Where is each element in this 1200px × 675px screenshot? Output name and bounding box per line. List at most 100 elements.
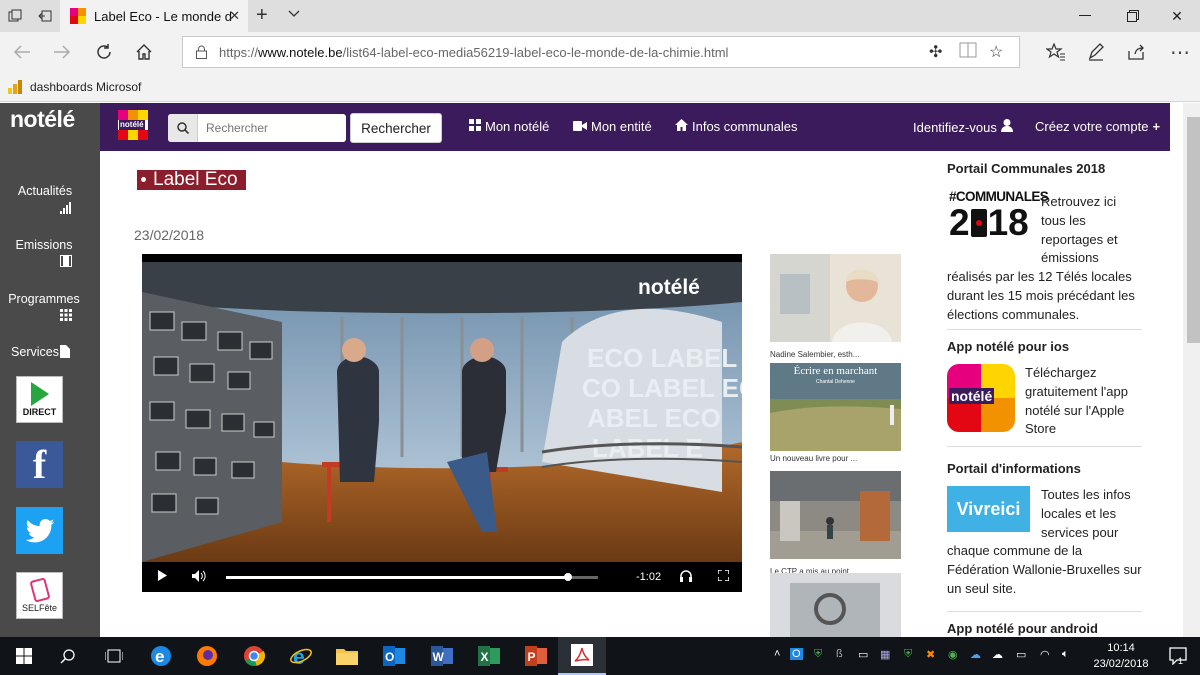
sidebar-item-emissions[interactable]: Emissions	[0, 238, 100, 267]
acrobat-icon[interactable]	[558, 637, 606, 675]
video-player[interactable]: ECO LABEL CO LABEL EC ABEL ECO LABEL E noté…	[142, 254, 742, 592]
restore-button[interactable]	[1110, 0, 1156, 32]
direct-live-button[interactable]: DIRECT	[16, 376, 63, 423]
tab-close-icon[interactable]: ✕	[229, 8, 240, 24]
file-explorer-icon[interactable]	[323, 637, 371, 675]
search-icon[interactable]	[44, 637, 92, 675]
address-bar[interactable]: https://www.notele.be/list64-label-eco-m…	[182, 36, 1020, 68]
search-input[interactable]	[198, 115, 344, 141]
divider	[947, 611, 1142, 612]
monitor-icon[interactable]: ▭	[858, 648, 868, 661]
extension-puzzle-icon[interactable]: ✣	[929, 42, 942, 62]
vivreici-logo[interactable]: Vivreici	[947, 486, 1030, 532]
action-center-icon[interactable]: 1	[1154, 637, 1200, 675]
android-app-title[interactable]: App notélé pour android	[947, 621, 1142, 636]
tab-dropdown-icon[interactable]	[288, 7, 300, 21]
notele-app-icon[interactable]: notélé	[947, 364, 1015, 432]
outlook-icon[interactable]: O	[370, 637, 418, 675]
info-portal-title[interactable]: Portail d'informations	[947, 461, 1142, 476]
sidebar-item-programmes[interactable]: Programmes	[0, 292, 100, 321]
new-tab-icon[interactable]: +	[256, 4, 268, 27]
refresh-icon[interactable]	[84, 32, 124, 72]
more-menu-icon[interactable]: ⋯	[1160, 32, 1200, 72]
task-view-icon[interactable]	[90, 637, 138, 675]
back-arrow-icon[interactable]	[2, 32, 42, 72]
ios-app-title[interactable]: App notélé pour ios	[947, 339, 1142, 354]
volume-icon[interactable]	[192, 570, 206, 585]
battery-icon[interactable]: ▭	[1016, 648, 1026, 661]
related-item[interactable]	[770, 573, 901, 642]
page-scrollbar[interactable]	[1183, 103, 1200, 637]
home-icon	[675, 119, 688, 134]
favorite-star-icon[interactable]: ☆	[989, 42, 1003, 62]
selfete-button[interactable]: SELFête	[16, 572, 63, 619]
reading-view-icon[interactable]	[959, 42, 977, 63]
word-icon[interactable]: W	[418, 637, 466, 675]
play-icon[interactable]	[158, 570, 167, 584]
svg-text:1: 1	[1178, 656, 1183, 665]
home-icon[interactable]	[124, 32, 164, 72]
tab-active[interactable]: Label Eco - Le monde d ✕	[60, 0, 248, 32]
nav-create-account[interactable]: Créez votre compte +	[1035, 119, 1160, 134]
nav-login[interactable]: Identifiez-vous	[913, 119, 1013, 135]
related-item[interactable]: Écrire en marchant Chantal Dehenne Un no…	[770, 363, 901, 463]
nav-mon-entite[interactable]: Mon entité	[573, 119, 652, 134]
firefox-icon[interactable]	[183, 637, 231, 675]
outlook-tray-icon[interactable]: O	[790, 648, 803, 660]
sync-icon[interactable]: ◉	[948, 648, 958, 661]
video-progress-handle[interactable]	[564, 573, 573, 581]
communales-2018-logo[interactable]: #COMMUNALES 2 18	[949, 190, 1049, 246]
twitter-icon[interactable]	[16, 507, 63, 554]
video-progress-track[interactable]	[226, 573, 598, 581]
tray-app-icon[interactable]: ß	[836, 648, 843, 660]
clock-time: 10:14	[1107, 642, 1135, 654]
wifi-icon[interactable]: ◠	[1040, 648, 1050, 661]
related-caption[interactable]: Nadine Salembier, esth...	[770, 350, 901, 359]
powerpoint-icon[interactable]: P	[512, 637, 560, 675]
scrollbar-thumb[interactable]	[1187, 117, 1200, 343]
excel-icon[interactable]: X	[465, 637, 513, 675]
tray-tool-icon[interactable]: ✖	[926, 648, 935, 661]
communales-title[interactable]: Portail Communales 2018	[947, 161, 1142, 176]
fullscreen-icon[interactable]	[717, 569, 730, 584]
nav-infos-communales[interactable]: Infos communales	[675, 119, 798, 134]
shield-icon[interactable]: ⛨	[814, 648, 822, 661]
devices-icon[interactable]: ▦	[880, 648, 890, 661]
category-badge[interactable]: Label Eco	[137, 170, 246, 190]
brand-logo-square[interactable]: notélé	[118, 110, 148, 140]
onedrive-icon[interactable]: ☁	[970, 648, 981, 661]
set-aside-tabs-icon[interactable]	[30, 0, 60, 32]
forward-arrow-icon[interactable]	[42, 32, 82, 72]
search-button[interactable]: Rechercher	[350, 113, 442, 143]
nav-mon-notele[interactable]: Mon notélé	[469, 119, 549, 134]
chrome-icon[interactable]	[230, 637, 278, 675]
site-logo[interactable]: notélé	[10, 106, 75, 133]
tray-chevron-icon[interactable]: ˄	[774, 648, 780, 660]
video-controls: -1:02	[142, 562, 742, 592]
headphones-icon[interactable]	[680, 570, 692, 585]
video-camera-icon	[573, 120, 587, 134]
related-item[interactable]: Nadine Salembier, esth...	[770, 254, 901, 359]
related-caption[interactable]: Un nouveau livre pour ...	[770, 454, 901, 463]
share-icon[interactable]	[1116, 32, 1156, 72]
facebook-icon[interactable]: f	[16, 441, 63, 488]
favorite-link[interactable]: dashboards Microsof	[30, 80, 141, 94]
url-text[interactable]: https://www.notele.be/list64-label-eco-m…	[219, 45, 728, 60]
sidebar-item-services[interactable]: Services	[0, 345, 100, 359]
volume-icon[interactable]: 🔈︎	[1062, 648, 1069, 661]
tab-preview-icon[interactable]	[0, 0, 30, 32]
notes-pen-icon[interactable]	[1076, 32, 1116, 72]
onedrive-personal-icon[interactable]: ☁	[992, 648, 1003, 661]
taskbar-clock[interactable]: 10:14 23/02/2018	[1090, 640, 1152, 672]
edge-icon[interactable]: e	[137, 637, 185, 675]
windows-start-icon[interactable]	[0, 637, 48, 675]
favorites-hub-icon[interactable]	[1036, 32, 1076, 72]
related-item[interactable]: Le CTP a mis au point ...	[770, 471, 901, 576]
minimize-button[interactable]	[1062, 0, 1108, 32]
security-icon[interactable]: ⛨	[904, 648, 912, 661]
close-window-button[interactable]: ✕	[1154, 0, 1200, 32]
internet-explorer-icon[interactable]: e	[277, 637, 325, 675]
sidebar-item-actualites[interactable]: Actualités	[0, 184, 100, 214]
grid-icon	[469, 119, 481, 134]
search-icon[interactable]	[168, 114, 198, 142]
